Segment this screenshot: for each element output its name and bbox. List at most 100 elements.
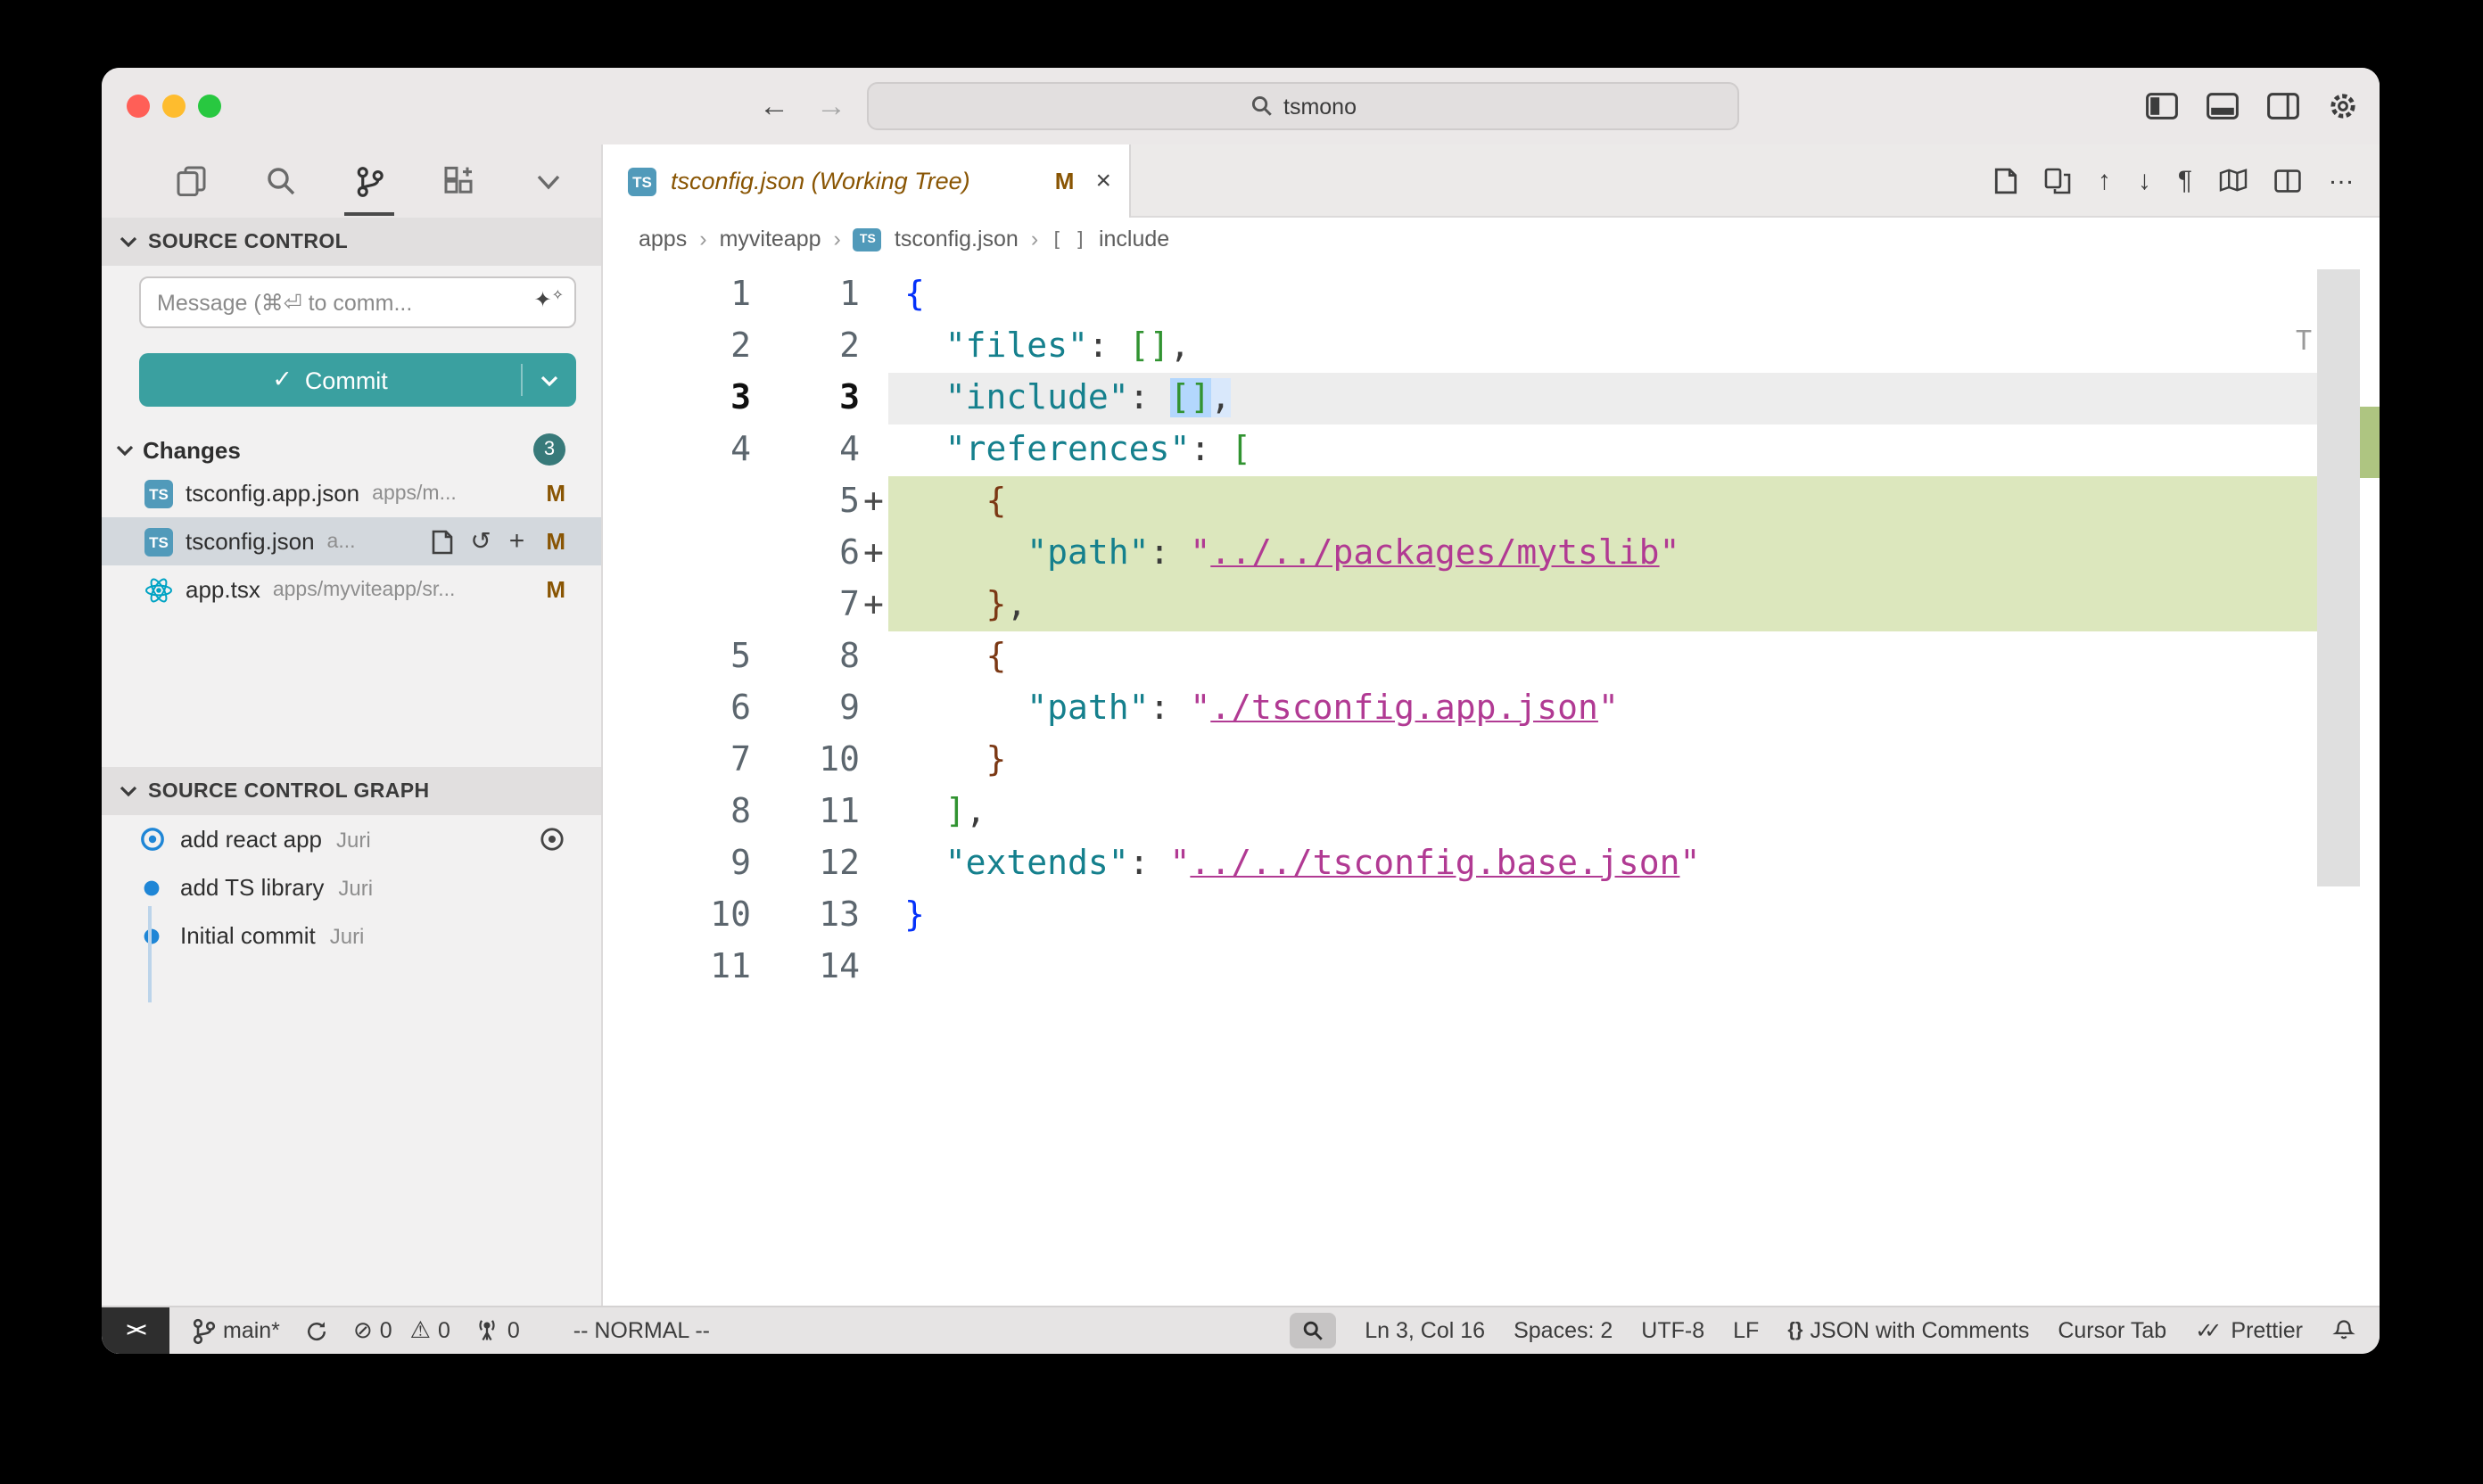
history-forward-button[interactable]: → <box>812 68 851 144</box>
more-actions-icon[interactable]: … <box>2328 160 2355 190</box>
eol-indicator[interactable]: LF <box>1733 1318 1759 1343</box>
notifications-bell-icon[interactable] <box>2331 1318 2356 1343</box>
toggle-secondary-sidebar-icon[interactable] <box>2267 93 2299 120</box>
next-change-icon[interactable]: ↓ <box>2138 165 2151 195</box>
code-text[interactable] <box>888 942 2317 993</box>
commit-message-input[interactable] <box>139 276 576 328</box>
changes-section-header[interactable]: Changes 3 <box>102 430 601 469</box>
chevron-down-icon <box>120 785 137 797</box>
zoom-status-button[interactable] <box>1290 1313 1336 1348</box>
commit-row-initial-commit[interactable]: Initial commit Juri <box>102 911 601 960</box>
code-text[interactable]: ], <box>888 787 2317 838</box>
modified-line-number: 1 <box>751 269 860 321</box>
code-text[interactable]: "references": [ <box>888 425 2317 476</box>
settings-gear-icon[interactable] <box>2328 91 2358 121</box>
modified-line-number: 5 <box>751 476 860 528</box>
encoding-indicator[interactable]: UTF-8 <box>1641 1318 1704 1343</box>
code-text[interactable]: "extends": "../../tsconfig.base.json" <box>888 838 2317 890</box>
code-line-8[interactable]: 58 { <box>603 631 2380 683</box>
minimize-window-button[interactable] <box>162 95 186 118</box>
commit-button[interactable]: ✓ Commit <box>139 353 576 407</box>
code-text[interactable]: "path": "../../packages/mytslib" <box>888 528 2317 580</box>
ports-indicator[interactable]: 0 <box>475 1318 520 1343</box>
code-line-14[interactable]: 1114 <box>603 942 2380 993</box>
diff-editor[interactable]: 11 {22 "files": [],33 "include": [],44 "r… <box>603 260 2380 1306</box>
code-text[interactable]: } <box>888 890 2317 942</box>
code-line-5[interactable]: 5+ { <box>603 476 2380 528</box>
maximize-window-button[interactable] <box>198 95 221 118</box>
breadcrumb-item-apps[interactable]: apps <box>639 227 687 251</box>
commit-row-add-ts-library[interactable]: add TS library Juri <box>102 863 601 911</box>
code-line-10[interactable]: 710 } <box>603 735 2380 787</box>
breadcrumb-item-myviteapp[interactable]: myviteapp <box>720 227 821 251</box>
code-text[interactable]: "path": "./tsconfig.app.json" <box>888 683 2317 735</box>
toggle-whitespace-icon[interactable]: ¶ <box>2178 165 2192 195</box>
source-control-view-icon[interactable] <box>348 153 391 210</box>
code-line-7[interactable]: 7+ }, <box>603 580 2380 631</box>
file-row-tsconfig-json[interactable]: TS tsconfig.json a... ↺ + M <box>102 517 601 565</box>
original-line-number: 1 <box>603 269 751 321</box>
editor-scrollbar[interactable] <box>2317 269 2360 886</box>
open-file-icon[interactable] <box>1994 167 2017 194</box>
checked-out-indicator-icon[interactable] <box>539 826 565 853</box>
code-line-13[interactable]: 1013} <box>603 890 2380 942</box>
history-back-button[interactable]: ← <box>755 68 794 144</box>
code-text[interactable]: "include": [], <box>888 373 2317 425</box>
source-control-section-header[interactable]: SOURCE CONTROL <box>102 218 601 266</box>
source-control-graph-section-header[interactable]: SOURCE CONTROL GRAPH <box>102 767 601 815</box>
close-window-button[interactable] <box>127 95 150 118</box>
breadcrumb-item-tsconfig[interactable]: tsconfig.json <box>895 227 1019 251</box>
commit-row-add-react-app[interactable]: add react app Juri <box>102 815 601 863</box>
code-line-4[interactable]: 44 "references": [ <box>603 425 2380 476</box>
chevron-right-icon: › <box>1031 227 1038 251</box>
code-text[interactable]: { <box>888 476 2317 528</box>
command-center-search[interactable]: tsmono <box>867 82 1739 130</box>
code-text[interactable]: }, <box>888 580 2317 631</box>
problems-indicator[interactable]: ⊘ 0 ⚠ 0 <box>353 1316 450 1345</box>
more-views-chevron-icon[interactable] <box>526 153 569 210</box>
collapse-unchanged-regions-icon[interactable] <box>2219 168 2248 193</box>
split-editor-icon[interactable] <box>2274 169 2301 192</box>
previous-change-icon[interactable]: ↑ <box>2098 165 2111 195</box>
code-line-12[interactable]: 912 "extends": "../../tsconfig.base.json… <box>603 838 2380 890</box>
sync-changes-button[interactable] <box>305 1319 328 1342</box>
toggle-panel-icon[interactable] <box>2207 93 2239 120</box>
file-row-app-tsx[interactable]: app.tsx apps/myviteapp/sr... M <box>102 565 601 614</box>
cursor-position-indicator[interactable]: Ln 3, Col 16 <box>1365 1318 1485 1343</box>
remote-indicator[interactable]: >< <box>102 1307 169 1354</box>
code-line-1[interactable]: 11 { <box>603 269 2380 321</box>
explorer-icon[interactable] <box>169 153 212 210</box>
code-line-6[interactable]: 6+ "path": "../../packages/mytslib" <box>603 528 2380 580</box>
tab-tsconfig-working-tree[interactable]: TS tsconfig.json (Working Tree) M × <box>603 144 1131 218</box>
cursor-tab-indicator[interactable]: Cursor Tab <box>2058 1318 2166 1343</box>
file-row-tsconfig-app-json[interactable]: TS tsconfig.app.json apps/m... M <box>102 469 601 517</box>
code-line-11[interactable]: 811 ], <box>603 787 2380 838</box>
code-line-3[interactable]: 33 "include": [], <box>603 373 2380 425</box>
search-view-icon[interactable] <box>259 153 301 210</box>
toggle-primary-sidebar-icon[interactable] <box>2146 93 2178 120</box>
language-mode-indicator[interactable]: {} JSON with Comments <box>1787 1318 2029 1343</box>
formatter-indicator[interactable]: ✓✓ Prettier <box>2195 1318 2303 1343</box>
code-text[interactable]: { <box>888 631 2317 683</box>
breadcrumb-item-include[interactable]: include <box>1099 227 1169 251</box>
code-line-9[interactable]: 69 "path": "./tsconfig.app.json" <box>603 683 2380 735</box>
commit-dot-icon <box>137 878 166 896</box>
commit-dropdown-chevron-icon[interactable] <box>523 374 576 386</box>
code-text[interactable]: "files": [], <box>888 321 2317 373</box>
extensions-view-icon[interactable] <box>437 153 480 210</box>
diff-added-marker: + <box>860 580 888 631</box>
vim-mode-indicator[interactable]: -- NORMAL -- <box>573 1318 710 1343</box>
commit-message: Initial commit <box>180 922 316 949</box>
commit-author: Juri <box>330 923 365 948</box>
open-file-icon[interactable] <box>431 529 452 554</box>
stage-changes-icon[interactable]: + <box>509 526 525 556</box>
branch-indicator[interactable]: main* <box>193 1317 280 1344</box>
generate-commit-message-icon[interactable]: ✦✧ <box>533 287 564 312</box>
compare-changes-icon[interactable] <box>2044 167 2071 194</box>
discard-changes-icon[interactable]: ↺ <box>470 526 491 556</box>
code-text[interactable]: } <box>888 735 2317 787</box>
code-line-2[interactable]: 22 "files": [], <box>603 321 2380 373</box>
indentation-indicator[interactable]: Spaces: 2 <box>1514 1318 1613 1343</box>
close-tab-icon[interactable]: × <box>1095 168 1111 194</box>
code-text[interactable]: { <box>888 269 2317 321</box>
